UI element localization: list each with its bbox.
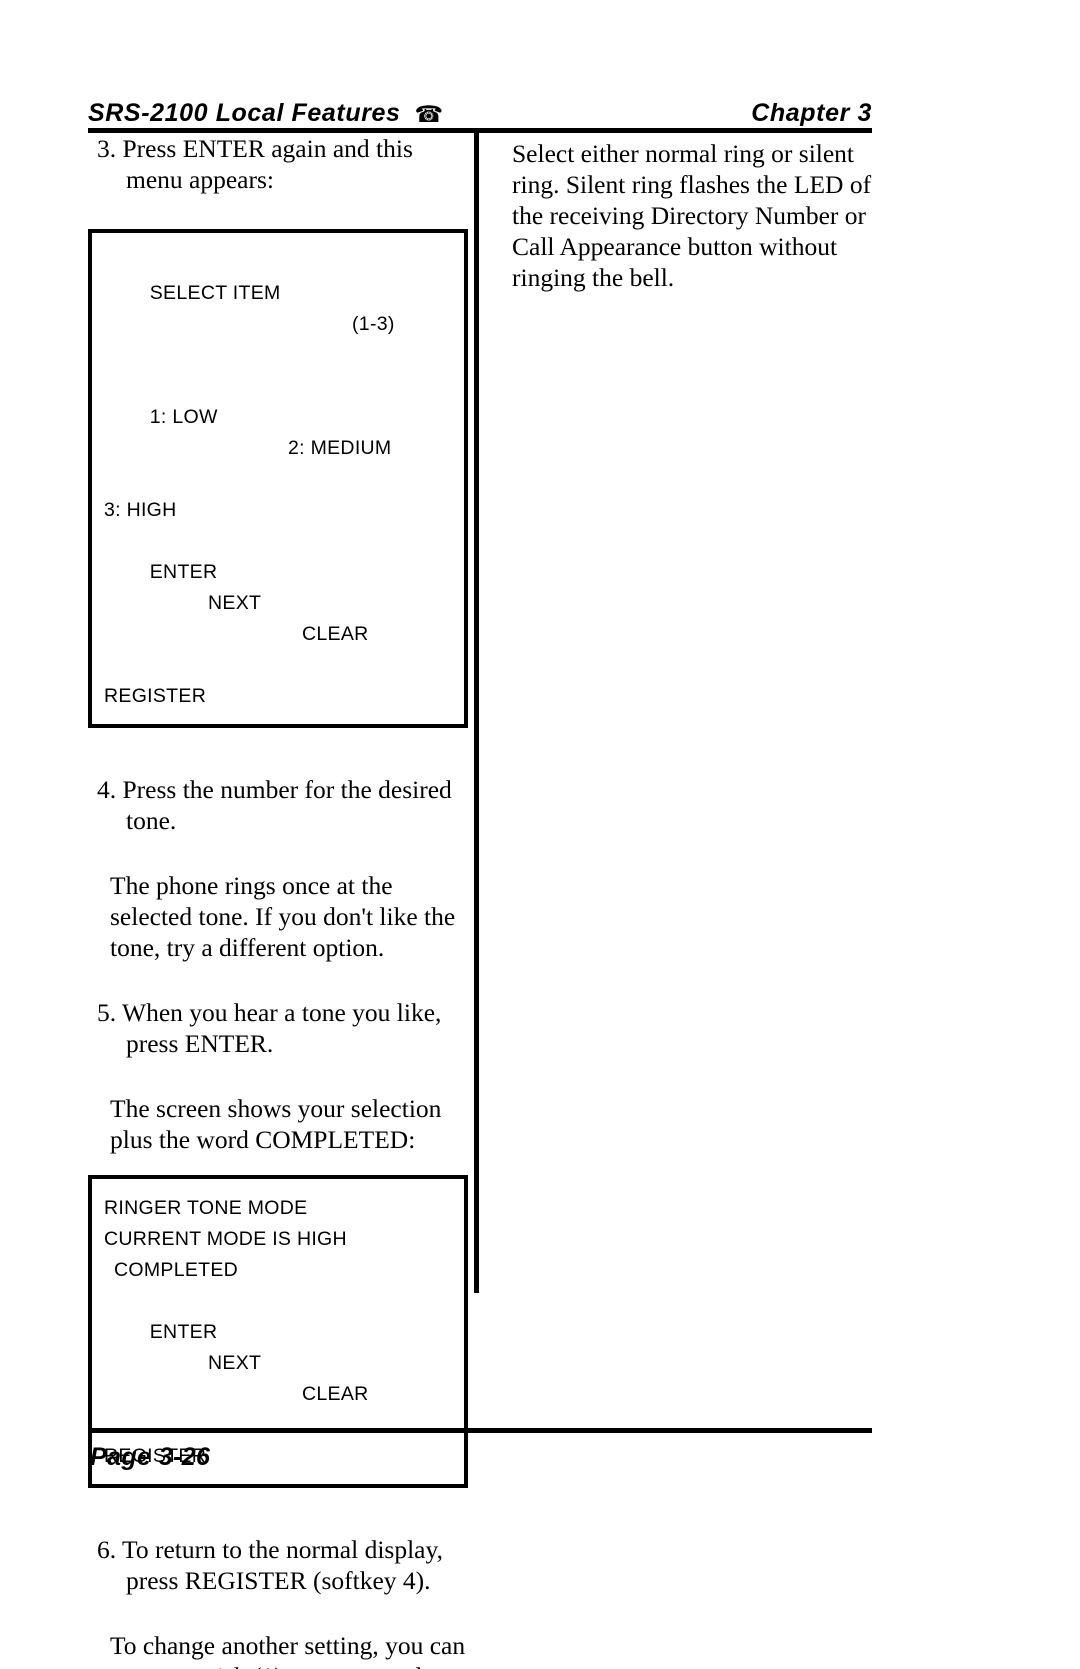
lcd-current-mode: CURRENT MODE IS HIGH [104,1228,347,1250]
document-page: SRS-2100 Local Features ☎ Chapter 3 3. P… [0,0,1080,1669]
paragraph-change-another-setting: To change another setting, you can press… [110,1631,466,1669]
lcd-line-select-item: SELECT ITEM (1-3) [104,247,464,371]
telephone-icon: ☎ [414,102,444,127]
softkey-clear-2: CLEAR [302,1383,369,1405]
softkey-enter-2: ENTER [149,1321,218,1343]
manual-title: SRS-2100 Local Features [88,99,401,127]
lcd-select-item-label: SELECT ITEM [149,282,281,304]
paragraph-select-ring-type: Select either normal ring or silent ring… [512,139,872,292]
softkey-register: REGISTER [104,685,207,707]
lcd-softkey-row-2: ENTER NEXT CLEAR [104,1286,464,1441]
page-number: Page 3-26 [90,1443,211,1471]
paragraph-phone-rings: The phone rings once at the selected ton… [110,871,456,962]
column-divider-rule [474,133,479,1293]
lcd-display-select-item: SELECT ITEM (1-3) 1: LOW 2: MEDIUM 3: HI… [88,229,468,728]
lcd-select-item-range: (1-3) [352,313,395,335]
paragraph-screen-shows: The screen shows your selection plus the… [110,1094,442,1154]
softkey-next: NEXT [208,592,262,614]
softkey-next-2: NEXT [208,1352,262,1374]
step-3: 3. Press ENTER again and this menu appea… [97,134,413,194]
lcd-option-low: 1: LOW [149,406,218,428]
lcd-title-ringer-tone-mode: RINGER TONE MODE [104,1197,308,1219]
lcd-line-options-1-2: 1: LOW 2: MEDIUM [104,371,464,495]
footer-divider-rule [88,1428,872,1433]
step-4: 4. Press the number for the desired tone… [97,775,452,835]
lcd-option-medium: 2: MEDIUM [288,437,392,459]
chapter-label: Chapter 3 [751,99,872,127]
lcd-option-high: 3: HIGH [104,499,177,521]
running-header: SRS-2100 Local Features ☎ Chapter 3 [88,88,872,127]
softkey-enter: ENTER [149,561,218,583]
lcd-softkey-row: ENTER NEXT CLEAR [104,526,464,681]
right-column: Select either normal ring or silent ring… [512,133,872,293]
lcd-completed: COMPLETED [114,1259,239,1281]
header-left-group: SRS-2100 Local Features ☎ [88,99,444,127]
left-column: 3. Press ENTER again and this menu appea… [88,133,468,1669]
step-6: 6. To return to the normal display, pres… [97,1535,443,1595]
softkey-clear: CLEAR [302,623,369,645]
step-5: 5. When you hear a tone you like, press … [97,998,442,1058]
